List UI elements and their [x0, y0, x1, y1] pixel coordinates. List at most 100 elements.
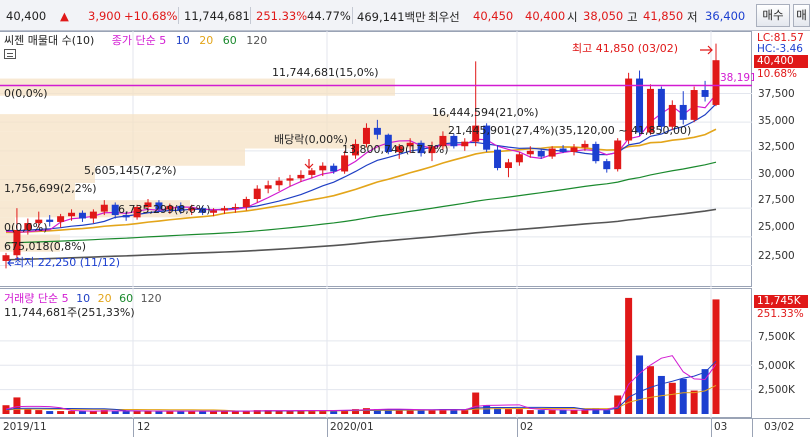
candle-body: [494, 149, 502, 169]
candle-body: [275, 180, 283, 186]
up-arrow-icon: ▲: [60, 9, 69, 23]
volume-pct-badge: 251.33%: [754, 308, 808, 321]
volume-profile-label-5: 13,800,749(17,7%): [342, 143, 449, 156]
quote-bar: 40,400 ▲ 3,900 +10.68% 11,744,681 251.33…: [0, 0, 810, 31]
vol-y-tick: 7,500K: [758, 331, 795, 343]
candle-body: [537, 150, 545, 157]
volume-bar: [57, 411, 65, 414]
volume-bar: [450, 410, 458, 414]
volume-profile-bar: [0, 78, 395, 96]
ma20-label: 20: [199, 34, 214, 47]
volume-bar: [13, 397, 21, 414]
volume-bar: [461, 410, 469, 414]
candle-body: [100, 204, 108, 212]
volume-bar: [679, 378, 687, 414]
open-label: 시: [567, 10, 578, 24]
current-price: 40,400: [6, 9, 47, 23]
candle-body: [210, 210, 218, 213]
candle-body: [614, 140, 622, 170]
price-axis[interactable]: LC:81.57 HC:-3.46 40,400 10.68% 37,500 3…: [752, 31, 810, 418]
x-tick: 02: [520, 421, 534, 433]
high-marker-label: 최고 41,850 (03/02): [572, 42, 679, 55]
y-tick: 35,000: [758, 115, 795, 127]
chart-window: 40,400 ▲ 3,900 +10.68% 11,744,681 251.33…: [0, 0, 810, 437]
y-tick: 32,500: [758, 141, 795, 153]
volume-bar: [330, 411, 338, 414]
volume-bar: [483, 405, 491, 414]
x-tick: 2020/01: [330, 421, 374, 433]
ma10-label: 10: [175, 34, 190, 47]
y-tick: 30,000: [758, 168, 795, 180]
vol-y-tick: 2,500K: [758, 384, 795, 396]
candle-body: [341, 155, 349, 172]
date-axis[interactable]: 2019/11 12 2020/01 02 03 03/02: [0, 418, 810, 437]
candle-body: [264, 185, 272, 189]
volume-bar: [286, 411, 294, 414]
candle-body: [330, 165, 338, 172]
candle-body: [679, 104, 687, 120]
settings-icon[interactable]: [4, 49, 16, 59]
candle-body: [308, 170, 316, 175]
candle-body: [690, 90, 698, 120]
volume-bar: [712, 299, 720, 414]
candle-body: [581, 143, 589, 148]
volume-bar: [668, 382, 676, 414]
ma120-label: 120: [246, 34, 268, 47]
pct-badge: 10.68%: [754, 68, 808, 81]
sell-button[interactable]: 매: [793, 4, 810, 27]
candle-body: [231, 207, 239, 209]
buy-button[interactable]: 매수: [756, 4, 790, 27]
y-tick: 37,500: [758, 88, 795, 100]
trade-amount: 469,141백만: [357, 10, 426, 24]
x-tick: 12: [137, 421, 151, 433]
volume-bar: [515, 409, 523, 414]
candle-body: [2, 255, 10, 261]
price-change-pct: +10.68%: [124, 9, 178, 23]
candle-body: [253, 188, 261, 199]
volume-profile-bar: [0, 165, 95, 183]
y-tick: 22,500: [758, 250, 795, 262]
candle-body: [78, 212, 86, 219]
ma5-label: 5: [159, 34, 167, 47]
volume-bar: [35, 410, 43, 414]
volume-bar: [46, 411, 54, 414]
candle-body: [319, 165, 327, 171]
stock-name-label: 씨젠 매물대 수(10): [4, 34, 95, 47]
volume-bar: [636, 355, 644, 414]
best-ask: 40,450: [473, 9, 514, 23]
vol-ma10-line: [5, 360, 717, 412]
candle-body: [559, 148, 567, 152]
volume-bar: [537, 410, 545, 414]
volume-bar: [614, 395, 622, 414]
candle-body: [297, 174, 305, 179]
candle-body: [570, 147, 578, 152]
volume-profile-label-1: 11,744,681(15,0%): [272, 66, 379, 79]
candle-body: [373, 127, 381, 135]
candle-body: [504, 162, 512, 169]
vol-ma120-label: 120: [140, 292, 162, 305]
high-price: 41,850: [643, 9, 684, 23]
candle-body: [548, 148, 556, 157]
candle-body: [526, 150, 534, 155]
candle-body: [89, 211, 97, 219]
volume-profile-label-4: 21,445,901(27,4%)(35,120,00 ~ 41,850,00): [448, 124, 692, 137]
volume-value-label: 11,744,681주(251,33%): [4, 306, 135, 319]
vol-ma5-line: [5, 355, 717, 412]
volume-bar: [570, 410, 578, 414]
candle-body: [286, 178, 294, 181]
candle-body: [515, 154, 523, 163]
volume-badge: 11,745K: [754, 295, 808, 308]
volume-bar: [472, 392, 480, 414]
candle-body: [68, 212, 76, 217]
candle-body: [450, 135, 458, 147]
volume-bar: [24, 409, 32, 414]
y-tick: 25,000: [758, 221, 795, 233]
candle-body: [603, 161, 611, 170]
volume-value: 11,744,681: [184, 9, 250, 23]
open-price: 38,050: [583, 9, 624, 23]
vol-y-tick: 5,000K: [758, 360, 795, 372]
candle-body: [712, 60, 720, 105]
volume-profile-label-10: 675,018(0,8%): [4, 240, 87, 253]
volume-bar: [362, 408, 370, 414]
candle-body: [57, 216, 65, 222]
